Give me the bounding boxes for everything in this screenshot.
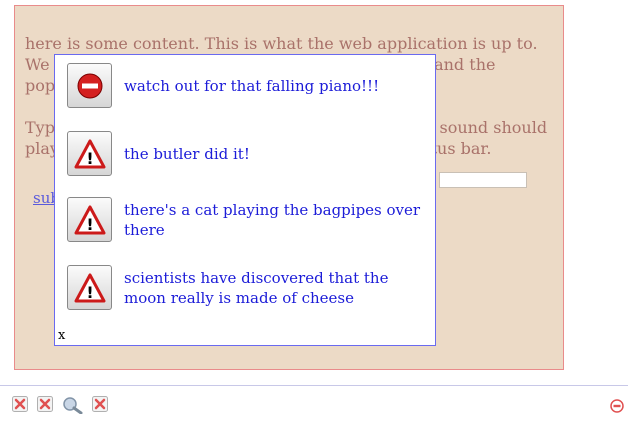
warning-icon: ! bbox=[67, 131, 112, 176]
notification-text: scientists have discovered that the moon… bbox=[124, 268, 389, 307]
svg-text:!: ! bbox=[86, 215, 93, 234]
status-bar bbox=[0, 385, 628, 425]
svg-text:!: ! bbox=[86, 283, 93, 302]
notification-item[interactable]: ! scientists have discovered that the mo… bbox=[67, 265, 434, 310]
notification-text: there's a cat playing the bagpipes over … bbox=[124, 200, 421, 239]
warning-icon: ! bbox=[67, 265, 112, 310]
notification-popup: watch out for that falling piano!!! ! th… bbox=[54, 54, 436, 346]
stop-icon bbox=[67, 63, 112, 108]
dismiss-icon[interactable] bbox=[37, 396, 53, 412]
dismiss-icon[interactable] bbox=[92, 396, 108, 412]
notification-text: watch out for that falling piano!!! bbox=[124, 76, 380, 95]
notification-item[interactable]: ! the butler did it! bbox=[67, 131, 434, 176]
warning-icon: ! bbox=[67, 197, 112, 242]
notification-item[interactable]: watch out for that falling piano!!! bbox=[67, 63, 434, 108]
svg-text:!: ! bbox=[86, 149, 93, 168]
stop-icon[interactable] bbox=[610, 398, 624, 413]
message-input[interactable] bbox=[439, 172, 527, 188]
popup-close-button[interactable]: x bbox=[58, 328, 65, 343]
magnifier-icon[interactable] bbox=[62, 396, 84, 415]
notification-text: the butler did it! bbox=[124, 144, 250, 163]
dismiss-icon[interactable] bbox=[12, 396, 28, 412]
notification-item[interactable]: ! there's a cat playing the bagpipes ove… bbox=[67, 197, 434, 242]
